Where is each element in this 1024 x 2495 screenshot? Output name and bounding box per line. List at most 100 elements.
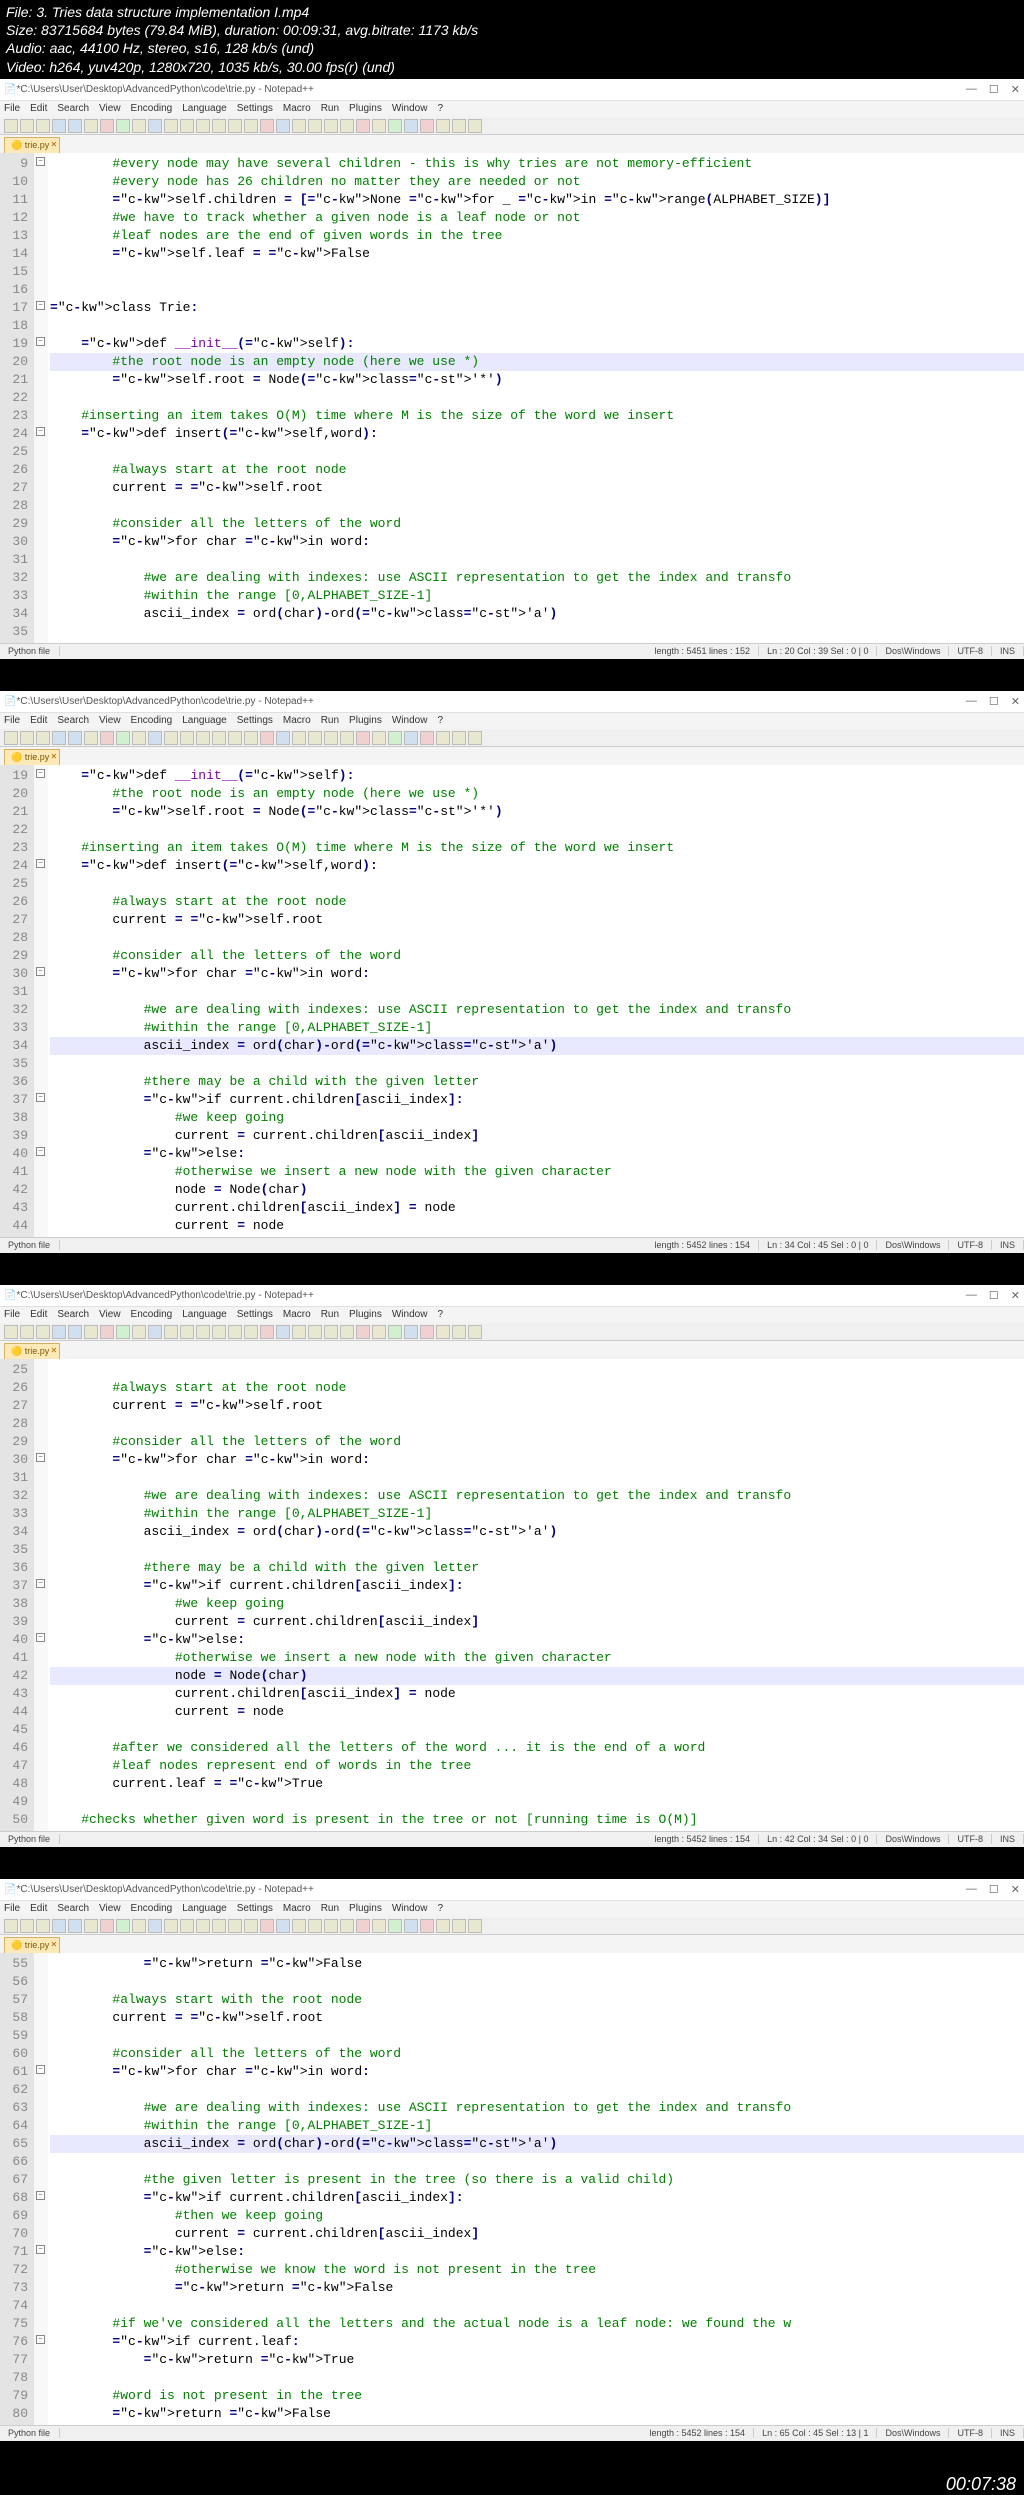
toolbar-button[interactable] xyxy=(68,1325,82,1339)
file-tab[interactable]: 🟡 trie.py✕ xyxy=(4,749,60,765)
toolbar-button[interactable] xyxy=(36,731,50,745)
toolbar-button[interactable] xyxy=(452,731,466,745)
code-editor[interactable]: 2526272829303132333435363738394041424344… xyxy=(0,1359,1024,1831)
menu-item[interactable]: View xyxy=(99,1903,121,1914)
close-icon[interactable]: ✕ xyxy=(1011,1289,1020,1302)
menu-item[interactable]: Settings xyxy=(237,1903,273,1914)
toolbar-button[interactable] xyxy=(228,119,242,133)
code-editor[interactable]: 1920212223242526272829303132333435363738… xyxy=(0,765,1024,1237)
fold-marker[interactable]: − xyxy=(36,1147,45,1156)
toolbar-button[interactable] xyxy=(308,1325,322,1339)
menu-item[interactable]: Encoding xyxy=(131,1309,173,1320)
menu-item[interactable]: Language xyxy=(182,1903,227,1914)
menu-item[interactable]: Edit xyxy=(30,715,47,726)
toolbar-button[interactable] xyxy=(372,731,386,745)
menu-item[interactable]: ? xyxy=(437,1309,443,1320)
toolbar-button[interactable] xyxy=(68,1919,82,1933)
menu-item[interactable]: Encoding xyxy=(131,1903,173,1914)
file-tab[interactable]: 🟡 trie.py✕ xyxy=(4,1343,60,1359)
toolbar-button[interactable] xyxy=(260,731,274,745)
toolbar-button[interactable] xyxy=(116,731,130,745)
toolbar-button[interactable] xyxy=(324,731,338,745)
close-icon[interactable]: ✕ xyxy=(1011,1883,1020,1896)
file-tab[interactable]: 🟡 trie.py✕ xyxy=(4,1937,60,1953)
fold-marker[interactable]: − xyxy=(36,967,45,976)
toolbar-button[interactable] xyxy=(4,1325,18,1339)
toolbar-button[interactable] xyxy=(100,731,114,745)
toolbar-button[interactable] xyxy=(132,1325,146,1339)
toolbar-button[interactable] xyxy=(308,119,322,133)
toolbar-button[interactable] xyxy=(340,1919,354,1933)
fold-marker[interactable]: − xyxy=(36,2335,45,2344)
menu-item[interactable]: Language xyxy=(182,1309,227,1320)
toolbar-button[interactable] xyxy=(388,731,402,745)
menu-item[interactable]: ? xyxy=(437,103,443,114)
fold-marker[interactable]: − xyxy=(36,1579,45,1588)
toolbar-button[interactable] xyxy=(452,1919,466,1933)
toolbar-button[interactable] xyxy=(244,119,258,133)
toolbar-button[interactable] xyxy=(132,119,146,133)
toolbar-button[interactable] xyxy=(340,731,354,745)
menu-item[interactable]: Settings xyxy=(237,715,273,726)
toolbar-button[interactable] xyxy=(100,119,114,133)
toolbar-button[interactable] xyxy=(468,119,482,133)
toolbar-button[interactable] xyxy=(292,119,306,133)
toolbar-button[interactable] xyxy=(212,1919,226,1933)
toolbar-button[interactable] xyxy=(260,1325,274,1339)
toolbar-button[interactable] xyxy=(148,1919,162,1933)
toolbar-button[interactable] xyxy=(68,119,82,133)
menu-item[interactable]: Language xyxy=(182,715,227,726)
menu-item[interactable]: Plugins xyxy=(349,715,382,726)
toolbar-button[interactable] xyxy=(276,1919,290,1933)
toolbar-button[interactable] xyxy=(20,1919,34,1933)
toolbar-button[interactable] xyxy=(36,1325,50,1339)
fold-marker[interactable]: − xyxy=(36,2245,45,2254)
fold-marker[interactable]: − xyxy=(36,769,45,778)
toolbar-button[interactable] xyxy=(372,1919,386,1933)
toolbar-button[interactable] xyxy=(452,1325,466,1339)
toolbar-button[interactable] xyxy=(180,731,194,745)
menu-item[interactable]: File xyxy=(4,1903,20,1914)
toolbar-button[interactable] xyxy=(164,119,178,133)
code-content[interactable]: ="c-kw">def __init__(="c-kw">self): #the… xyxy=(48,765,1024,1237)
toolbar-button[interactable] xyxy=(164,731,178,745)
tab-close-icon[interactable]: ✕ xyxy=(51,140,58,149)
toolbar-button[interactable] xyxy=(132,1919,146,1933)
toolbar-button[interactable] xyxy=(276,119,290,133)
menu-item[interactable]: Run xyxy=(321,1309,339,1320)
menu-item[interactable]: Run xyxy=(321,715,339,726)
menu-item[interactable]: View xyxy=(99,1309,121,1320)
toolbar-button[interactable] xyxy=(436,1325,450,1339)
close-icon[interactable]: ✕ xyxy=(1011,83,1020,96)
toolbar-button[interactable] xyxy=(276,731,290,745)
fold-marker[interactable]: − xyxy=(36,1633,45,1642)
toolbar-button[interactable] xyxy=(404,731,418,745)
maximize-icon[interactable]: ☐ xyxy=(989,1289,999,1302)
maximize-icon[interactable]: ☐ xyxy=(989,83,999,96)
toolbar-button[interactable] xyxy=(356,1325,370,1339)
menu-item[interactable]: Search xyxy=(57,715,89,726)
fold-marker[interactable]: − xyxy=(36,427,45,436)
toolbar-button[interactable] xyxy=(404,1919,418,1933)
toolbar-button[interactable] xyxy=(404,119,418,133)
toolbar-button[interactable] xyxy=(356,119,370,133)
toolbar-button[interactable] xyxy=(436,731,450,745)
fold-marker[interactable]: − xyxy=(36,157,45,166)
toolbar-button[interactable] xyxy=(292,1325,306,1339)
toolbar-button[interactable] xyxy=(212,1325,226,1339)
toolbar-button[interactable] xyxy=(4,1919,18,1933)
toolbar-button[interactable] xyxy=(84,731,98,745)
menu-item[interactable]: Edit xyxy=(30,1309,47,1320)
maximize-icon[interactable]: ☐ xyxy=(989,1883,999,1896)
toolbar-button[interactable] xyxy=(276,1325,290,1339)
menu-item[interactable]: Search xyxy=(57,1903,89,1914)
toolbar-button[interactable] xyxy=(180,1919,194,1933)
menu-item[interactable]: Run xyxy=(321,1903,339,1914)
menu-item[interactable]: ? xyxy=(437,715,443,726)
menu-item[interactable]: Window xyxy=(392,103,428,114)
toolbar-button[interactable] xyxy=(20,1325,34,1339)
toolbar-button[interactable] xyxy=(340,119,354,133)
toolbar-button[interactable] xyxy=(420,1325,434,1339)
code-editor[interactable]: 9101112131415161718192021222324252627282… xyxy=(0,153,1024,643)
menu-item[interactable]: File xyxy=(4,1309,20,1320)
